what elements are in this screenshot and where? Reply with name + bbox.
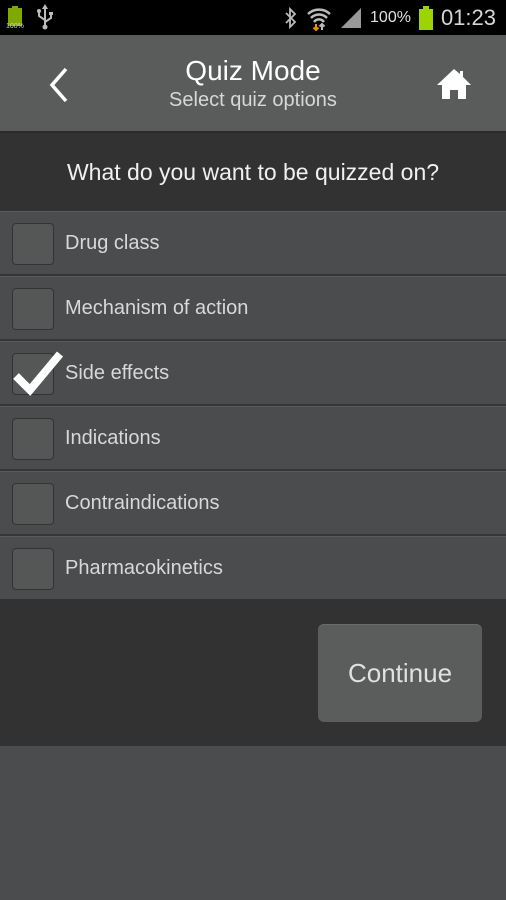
- option-side-effects[interactable]: Side effects: [0, 341, 506, 406]
- option-label: Side effects: [65, 362, 170, 384]
- option-drug-class[interactable]: Drug class: [0, 211, 506, 276]
- option-mechanism-of-action[interactable]: Mechanism of action: [0, 276, 506, 341]
- checkbox[interactable]: [12, 223, 54, 265]
- status-bar: 100% 100% 01:23: [0, 0, 506, 35]
- battery-icon: [418, 5, 433, 30]
- signal-icon: [341, 7, 362, 28]
- status-bar-left: 100%: [6, 4, 54, 30]
- checkbox[interactable]: [12, 548, 54, 590]
- page-subtitle: Select quiz options: [169, 89, 337, 111]
- question-text: What do you want to be quizzed on?: [66, 159, 440, 185]
- option-label: Pharmacokinetics: [65, 557, 223, 579]
- left-battery-percent: 100%: [6, 23, 24, 30]
- checkmark-icon: [13, 351, 64, 396]
- option-label: Mechanism of action: [65, 297, 249, 319]
- question-banner: What do you want to be quizzed on?: [0, 131, 506, 211]
- option-contraindications[interactable]: Contraindications: [0, 471, 506, 536]
- clock: 01:23: [440, 4, 496, 30]
- checkbox[interactable]: [12, 288, 54, 330]
- home-button[interactable]: [434, 65, 474, 105]
- option-pharmacokinetics[interactable]: Pharmacokinetics: [0, 536, 506, 601]
- bluetooth-icon: [285, 6, 297, 29]
- wifi-icon: [307, 7, 331, 31]
- app-bar: Quiz Mode Select quiz options: [0, 35, 506, 131]
- footer-panel: Continue: [0, 599, 506, 746]
- continue-button[interactable]: Continue: [318, 624, 482, 722]
- option-label: Indications: [65, 427, 161, 449]
- option-indications[interactable]: Indications: [0, 406, 506, 471]
- checkbox[interactable]: [12, 418, 54, 460]
- home-icon: [437, 69, 471, 99]
- checkbox[interactable]: [12, 483, 54, 525]
- option-label: Drug class: [65, 232, 160, 254]
- usb-icon: [37, 4, 53, 30]
- options-list: Drug class Mechanism of action Side effe…: [0, 211, 506, 601]
- battery-percent: 100%: [370, 8, 411, 26]
- page-title: Quiz Mode: [185, 55, 321, 86]
- battery-icon: 100%: [6, 6, 24, 30]
- status-bar-right: 100% 01:23: [284, 0, 496, 35]
- option-label: Contraindications: [65, 492, 220, 514]
